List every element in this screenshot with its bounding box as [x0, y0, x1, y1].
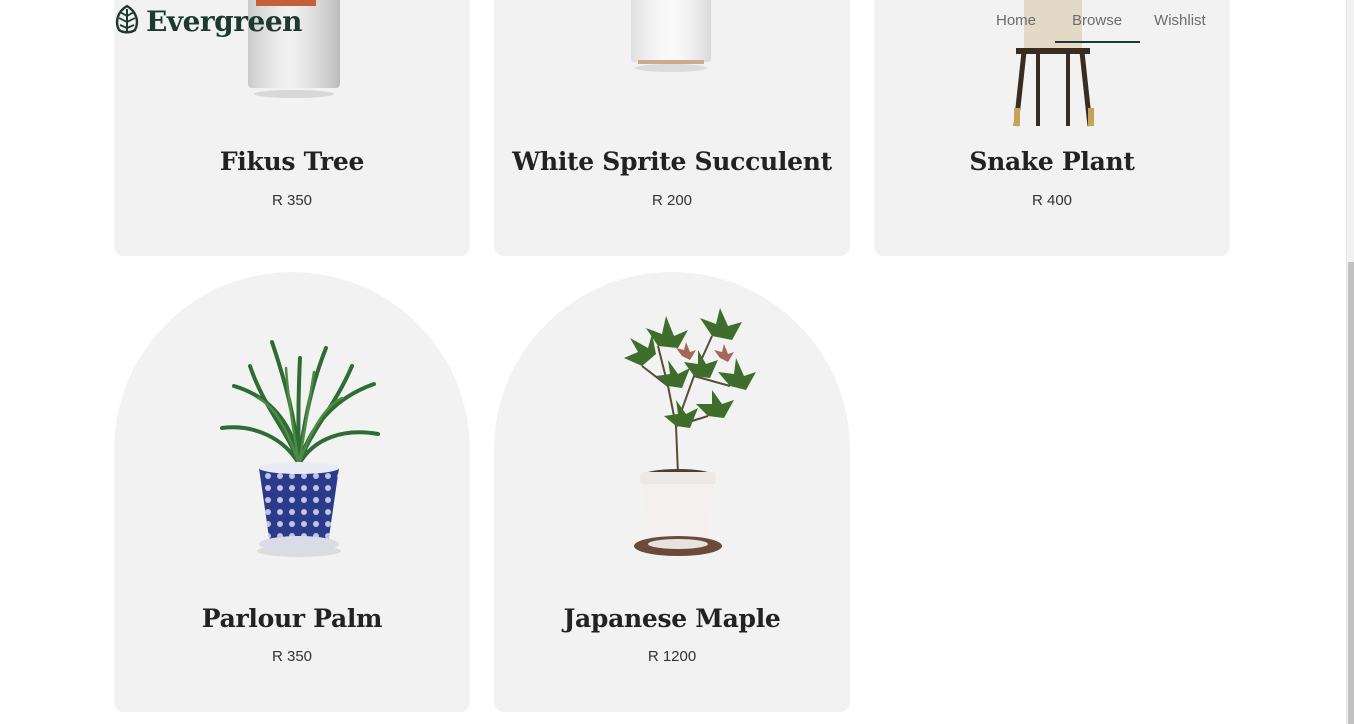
product-card[interactable]: Parlour Palm R 350: [114, 272, 470, 712]
product-image: [220, 340, 380, 557]
product-image: [631, 0, 711, 72]
leaf-icon: [113, 4, 141, 39]
active-nav-indicator: [1055, 41, 1140, 43]
product-price: R 350: [271, 192, 313, 209]
browse-page: Evergreen Home Browse Wishlist Fikus Tre…: [0, 0, 1346, 724]
scrollbar-thumb[interactable]: [1348, 262, 1354, 724]
page-scrollbar[interactable]: [1346, 0, 1354, 724]
product-image: [624, 308, 756, 556]
product-price: R 1200: [647, 648, 697, 665]
product-name: White Sprite Succulent: [512, 147, 832, 176]
product-card[interactable]: White Sprite Succulent R 200: [494, 0, 850, 256]
product-price: R 200: [651, 192, 693, 209]
nav-wishlist-link[interactable]: Wishlist: [1154, 12, 1206, 41]
product-name: Japanese Maple: [563, 604, 781, 633]
product-price: R 400: [1031, 192, 1073, 209]
main-nav: Home Browse Wishlist: [996, 12, 1206, 41]
product-name: Parlour Palm: [201, 604, 383, 633]
product-card[interactable]: Japanese Maple R 1200: [494, 272, 850, 712]
brand-name: Evergreen: [146, 5, 303, 38]
nav-home-link[interactable]: Home: [996, 12, 1036, 41]
product-name: Fikus Tree: [219, 147, 365, 176]
product-name: Snake Plant: [969, 147, 1135, 176]
product-price: R 350: [271, 648, 313, 665]
nav-browse-link[interactable]: Browse: [1072, 12, 1122, 41]
brand-logo[interactable]: Evergreen: [113, 4, 303, 39]
